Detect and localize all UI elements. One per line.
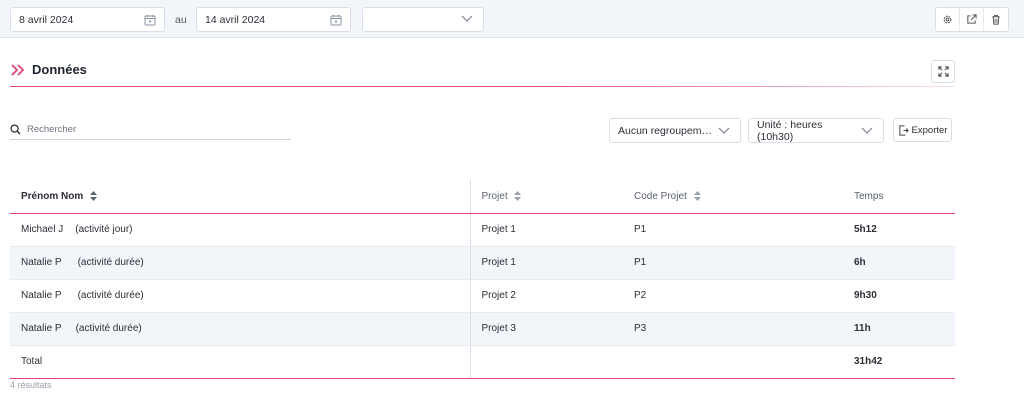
sort-icon [514,191,522,202]
person-name: Natalie P [21,323,62,334]
export-icon [898,124,909,136]
extra-filter-select[interactable] [362,7,484,32]
activity-type: (activité durée) [77,257,144,268]
cell-time: 6h [843,246,955,280]
column-header-name[interactable]: Prénom Nom [10,180,471,214]
person-name: Natalie P [21,290,62,301]
cell-name: Natalie P (activité durée) [10,312,471,346]
table-row[interactable]: Natalie P (activité durée) Projet 2 P2 9h… [10,279,955,313]
cell-time: 9h30 [843,279,955,313]
unit-select[interactable]: Unité : heures (10h30) [748,118,884,143]
sort-icon [693,191,701,202]
cell-project: Projet 2 [470,279,623,313]
table-header-row: Prénom Nom Projet Code Projet Temps [10,180,955,214]
chevron-down-icon [461,15,473,22]
trash-icon [992,14,1000,25]
date-separator: au [175,14,187,26]
section-header: Données [10,62,87,77]
column-header-code[interactable]: Code Projet [623,180,843,214]
column-header-project[interactable]: Projet [470,180,623,214]
results-count: 4 résultats [10,380,52,390]
column-header-label: Temps [854,190,884,202]
table-row[interactable]: Natalie P (activité durée) Projet 3 P3 11… [10,312,955,346]
calendar-icon [144,14,156,25]
cell-time: 5h12 [843,213,955,247]
column-header-time: Temps [843,180,955,214]
settings-button[interactable] [936,8,960,31]
activity-type: (activité durée) [75,323,142,334]
cell-project: Projet 1 [470,246,623,280]
cell-code: P1 [623,213,843,247]
data-table: Prénom Nom Projet Code Projet Temps Mich… [10,180,955,379]
grouping-value: Aucun regroupem… [618,124,712,137]
gear-icon [943,15,952,24]
grouping-select[interactable]: Aucun regroupem… [609,118,741,143]
table-row[interactable]: Natalie P (activité durée) Projet 1 P1 6h [10,246,955,280]
person-name: Michael J [21,224,64,235]
cell-name: Natalie P (activité durée) [10,279,471,313]
chevron-down-icon [861,127,873,134]
cell-time: 11h [843,312,955,346]
external-link-icon [967,14,977,24]
section-title: Données [32,62,87,77]
start-date-value: 8 avril 2024 [19,13,74,26]
double-chevron-icon [11,63,25,76]
sort-icon [90,191,98,202]
column-header-label: Code Projet [634,190,687,202]
cell-name: Michael J (activité jour) [10,213,471,247]
calendar-icon [330,14,342,25]
cell-project: Projet 3 [470,312,623,346]
delete-button[interactable] [984,8,1008,31]
filter-bar: 8 avril 2024 au 14 avril 2024 [0,0,1024,38]
search-box [10,119,291,140]
table-total-row: Total 31h42 [10,345,955,379]
cell-empty [470,345,623,379]
person-name: Natalie P [21,257,62,268]
activity-type: (activité durée) [77,290,144,301]
cell-code: P2 [623,279,843,313]
column-header-label: Projet [481,190,508,202]
share-button[interactable] [960,8,984,31]
expand-icon [937,66,949,77]
column-header-label: Prénom Nom [21,190,84,202]
export-button[interactable]: Exporter [893,118,952,142]
cell-empty [623,345,843,379]
search-icon [10,123,21,135]
chevron-down-icon [718,127,730,134]
toolbar-actions [935,7,1009,32]
cell-name: Natalie P (activité durée) [10,246,471,280]
cell-project: Projet 1 [470,213,623,247]
unit-value: Unité : heures (10h30) [757,118,823,143]
end-date-field[interactable]: 14 avril 2024 [196,7,351,32]
total-time: 31h42 [843,345,955,379]
cell-code: P3 [623,312,843,346]
table-row[interactable]: Michael J (activité jour) Projet 1 P1 5h1… [10,213,955,247]
fullscreen-button[interactable] [931,60,955,83]
end-date-value: 14 avril 2024 [205,13,266,26]
search-input[interactable] [27,123,267,135]
export-label: Exporter [911,124,948,136]
activity-type: (activité jour) [75,224,133,235]
cell-code: P1 [623,246,843,280]
start-date-field[interactable]: 8 avril 2024 [10,7,165,32]
total-label: Total [10,345,471,379]
section-divider [10,86,955,87]
